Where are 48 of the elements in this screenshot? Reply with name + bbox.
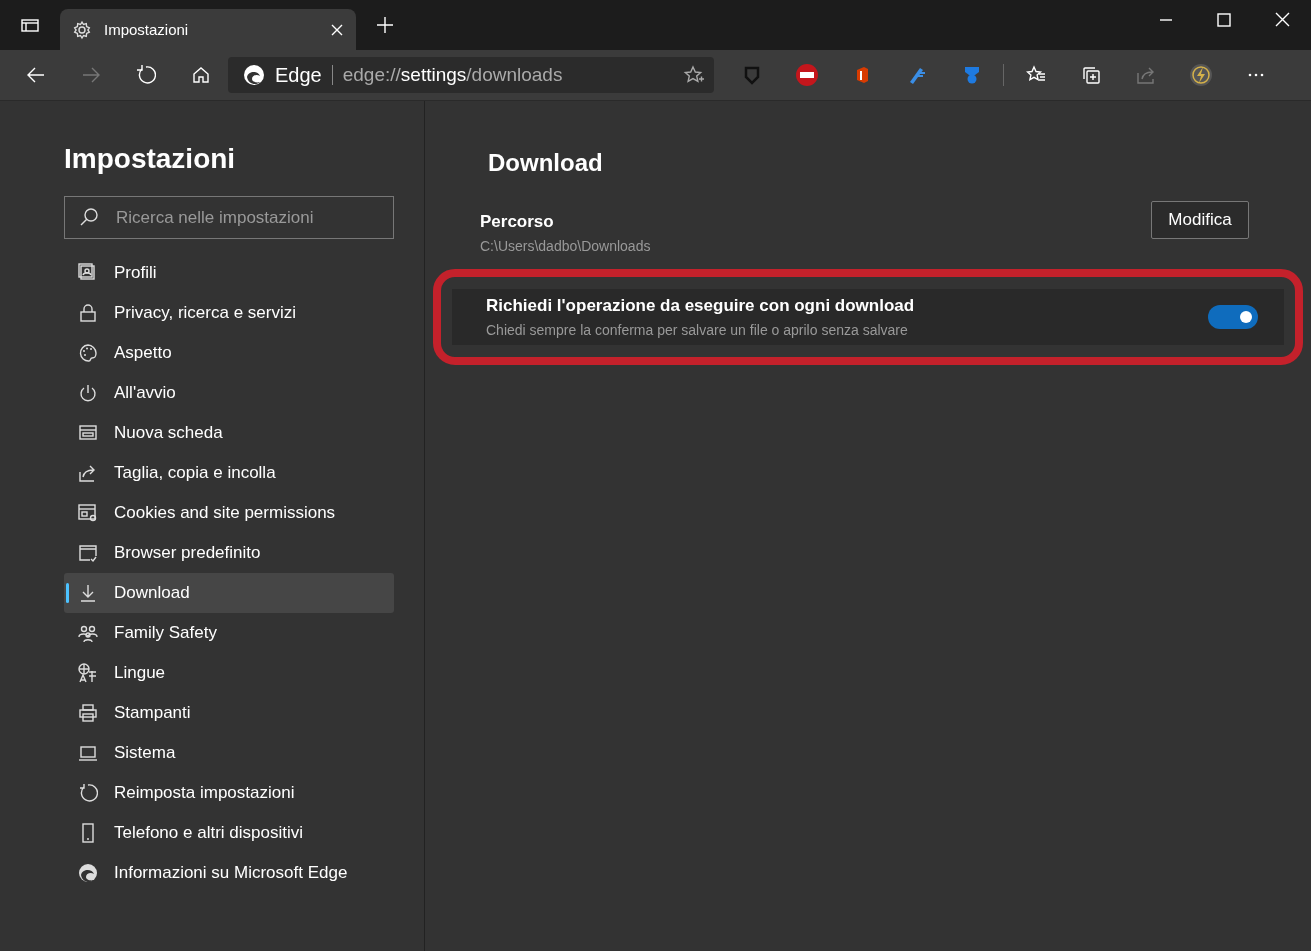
settings-title: Impostazioni xyxy=(64,143,237,176)
sidebar-item[interactable]: Aspetto xyxy=(64,333,394,373)
browser-tab[interactable]: Impostazioni xyxy=(60,9,356,50)
url-text: edge://settings/downloads xyxy=(342,64,563,86)
setting-label: Percorso xyxy=(480,212,554,232)
gear-icon xyxy=(72,19,92,40)
sidebar-item[interactable]: Nuova scheda xyxy=(64,413,394,453)
download-icon xyxy=(78,583,98,603)
language-icon xyxy=(78,663,98,683)
setting-label: Richiedi l'operazione da eseguire con ogni download xyxy=(486,296,915,316)
page-heading: Download xyxy=(488,149,604,178)
search-field[interactable]: Ricerca nelle impostazioni xyxy=(64,196,394,239)
sidebar-item[interactable]: Browser predefinito xyxy=(64,533,394,573)
laptop-icon xyxy=(78,743,98,763)
reset-icon xyxy=(78,783,98,803)
printer-icon xyxy=(78,703,98,723)
sidebar-item[interactable]: Family Safety xyxy=(64,613,394,653)
browser-logo-icon xyxy=(243,64,265,86)
close-tab-icon[interactable] xyxy=(330,22,344,37)
sidebar-item[interactable]: Reimposta impostazioni xyxy=(64,773,394,813)
sidebar-item[interactable]: Cookies and site permissions xyxy=(64,493,394,533)
browser-logo-icon xyxy=(78,863,98,883)
lock-icon xyxy=(78,303,98,323)
sidebar-item[interactable]: Informazioni su Microsoft Edge xyxy=(64,853,394,893)
sidebar-item[interactable]: All'avvio xyxy=(64,373,394,413)
browser-window-icon xyxy=(78,543,98,563)
setting-description: C:\Users\dadbo\Downloads xyxy=(480,238,651,254)
profile-icon xyxy=(78,263,98,283)
sidebar-item[interactable]: Lingue xyxy=(64,653,394,693)
sidebar-item[interactable]: Privacy, ricerca e servizi xyxy=(64,293,394,333)
tab-title: Impostazioni xyxy=(104,21,190,38)
palette-icon xyxy=(78,343,98,363)
sidebar-item[interactable]: Stampanti xyxy=(64,693,394,733)
sidebar-item[interactable]: Sistema xyxy=(64,733,394,773)
setting-description: Chiedi sempre la conferma per salvare un file o aprilo senza salvare xyxy=(486,322,908,338)
search-icon xyxy=(79,207,99,227)
sidebar-item[interactable]: Telefono e altri dispositivi xyxy=(64,813,394,853)
new-tab-page-icon xyxy=(78,423,98,443)
sidebar-item[interactable]: Taglia, copia e incolla xyxy=(64,453,394,493)
site-settings-icon xyxy=(78,503,98,523)
toggle-switch[interactable] xyxy=(1208,305,1258,329)
power-icon xyxy=(78,383,98,403)
address-bar[interactable]: Edge edge://settings/downloads xyxy=(228,57,714,93)
family-icon xyxy=(78,623,98,643)
change-button[interactable]: Modifica xyxy=(1151,201,1249,239)
site-name: Edge xyxy=(275,63,322,87)
sidebar-item[interactable]: Download xyxy=(64,573,394,613)
sidebar-item[interactable]: Profili xyxy=(64,253,394,293)
